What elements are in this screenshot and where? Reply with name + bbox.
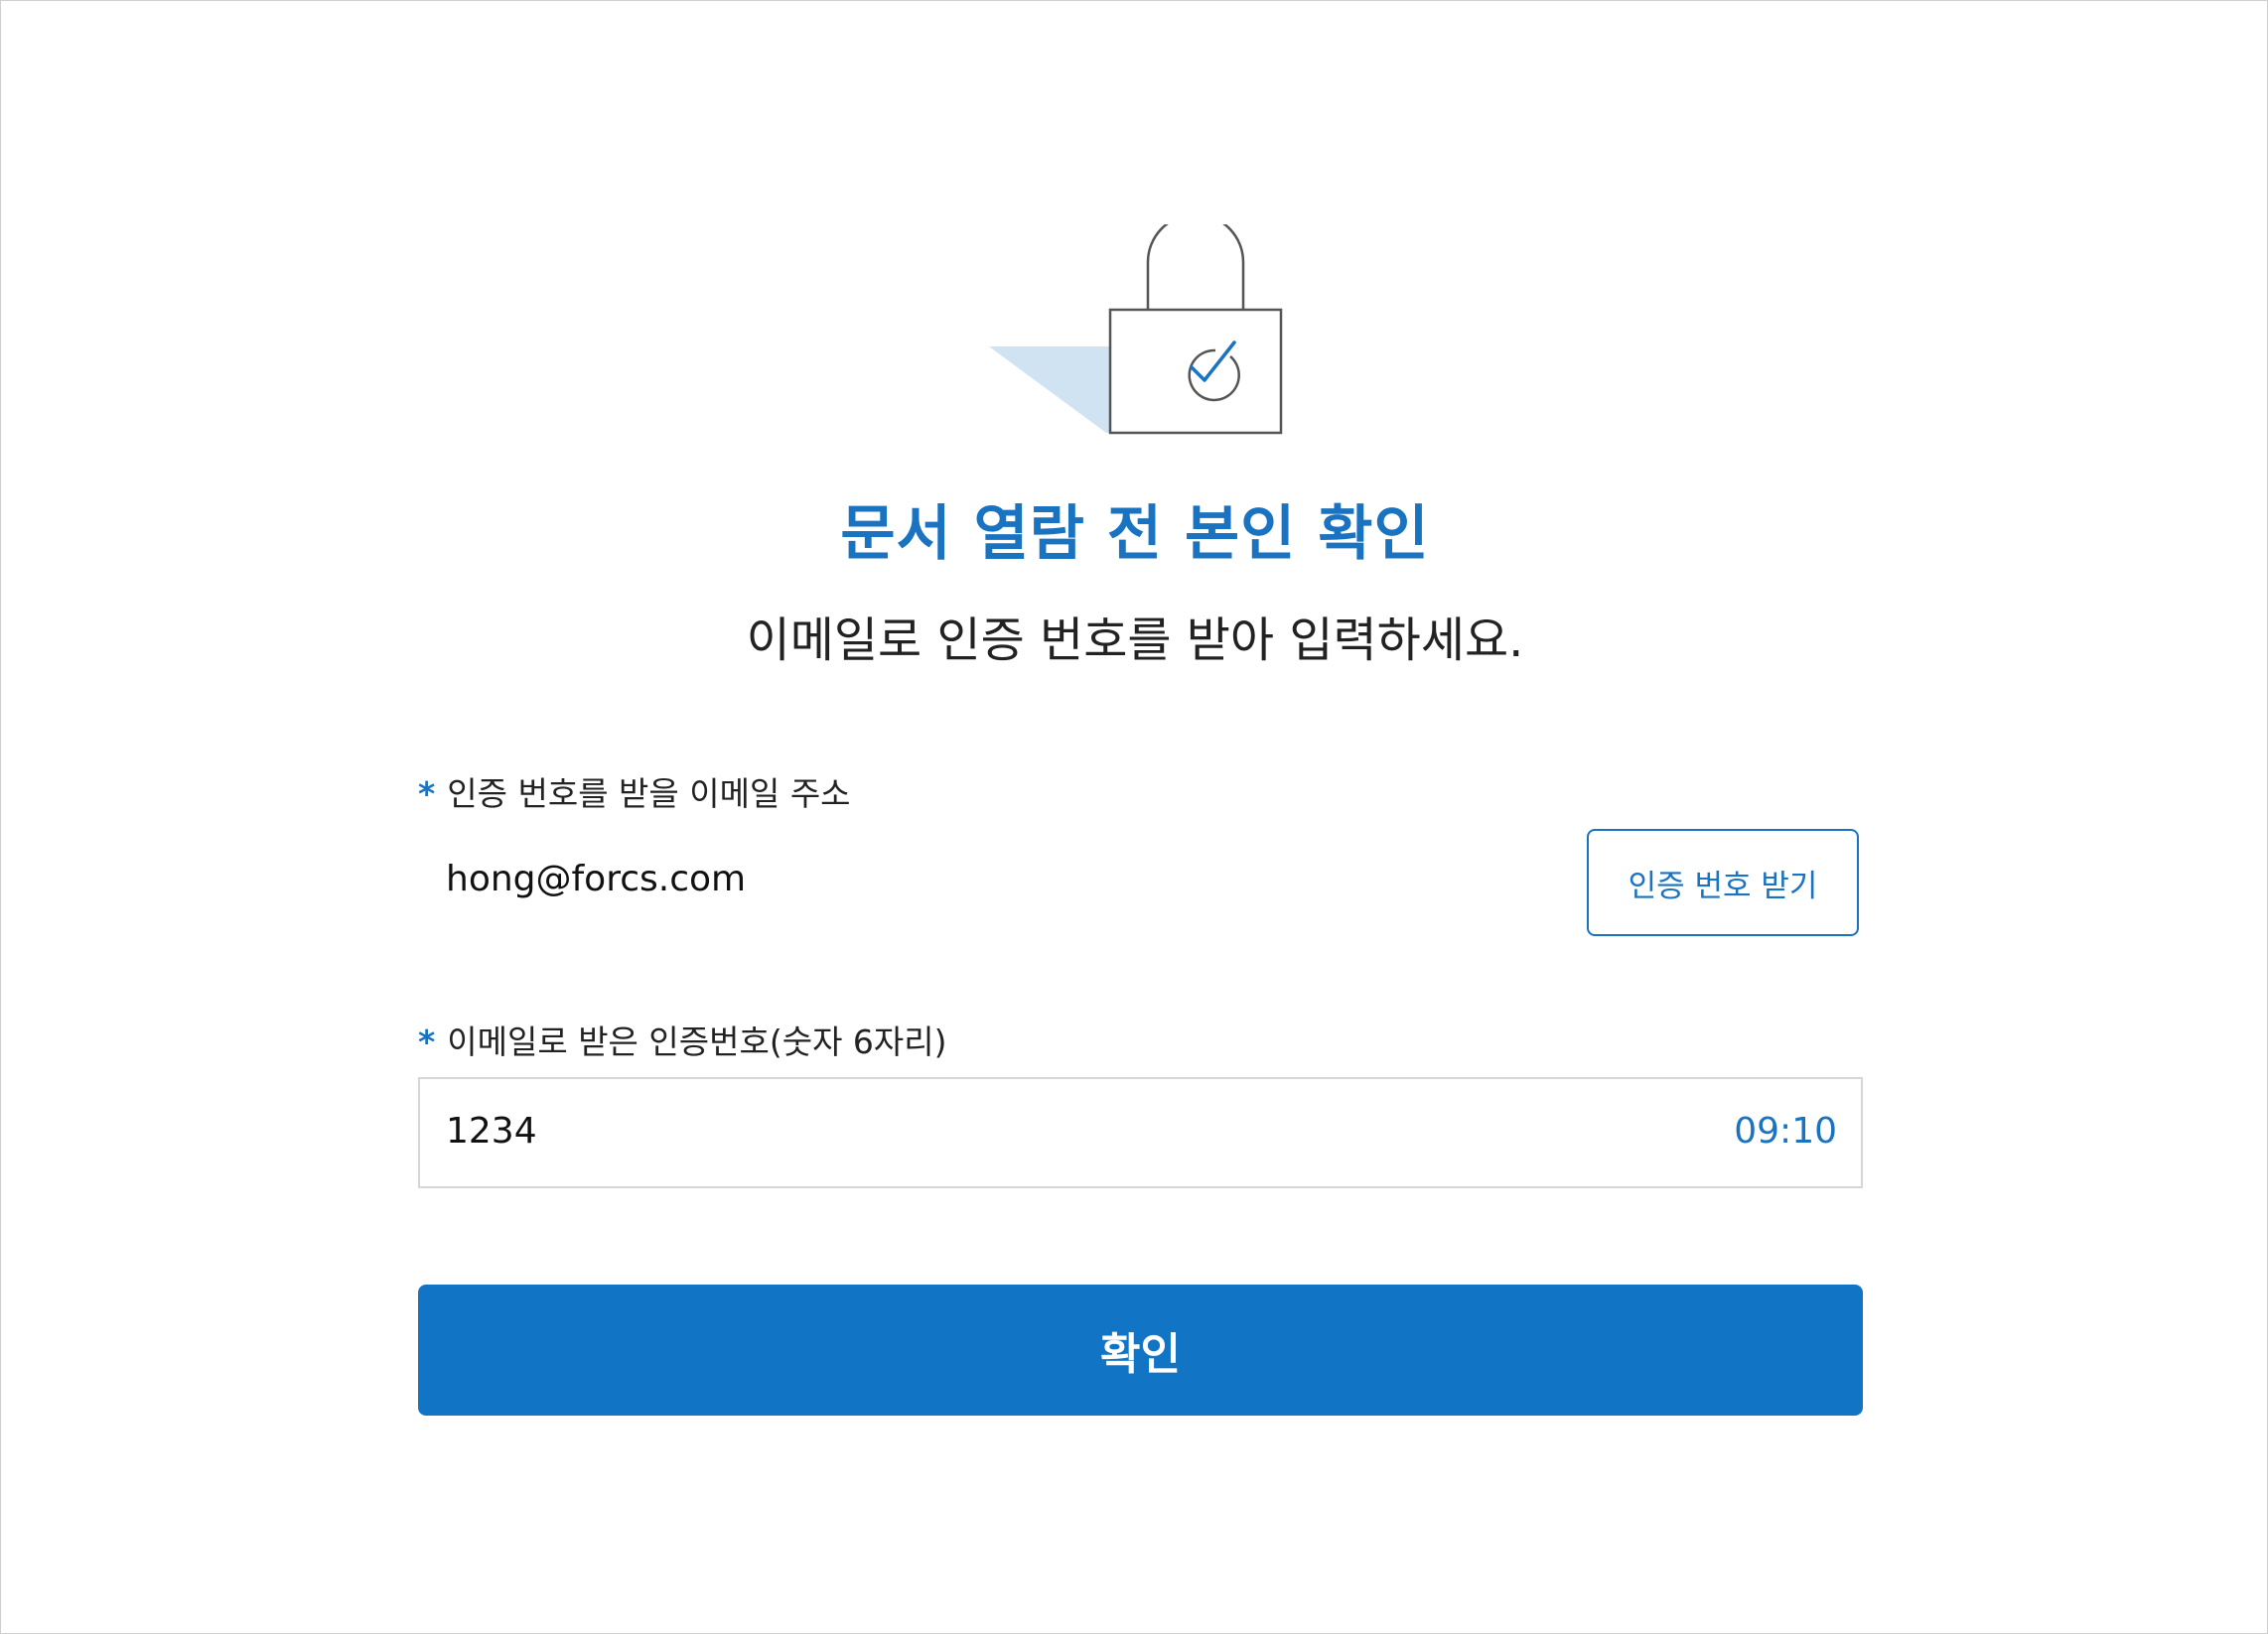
send-code-button[interactable]: 인증 번호 받기 — [1587, 829, 1859, 936]
email-field-label: * 인증 번호를 받을 이메일 주소 — [418, 767, 851, 815]
verification-code-input[interactable]: 1234 09:10 — [418, 1077, 1863, 1188]
confirm-button[interactable]: 확인 — [418, 1285, 1863, 1416]
page-frame: 문서 열람 전 본인 확인 이메일로 인증 번호를 받아 입력하세요. * 인증 … — [0, 0, 2268, 1634]
code-field-label: * 이메일로 받은 인증번호(숫자 6자리) — [418, 1016, 947, 1063]
verification-code-value: 1234 — [446, 1111, 537, 1152]
page-subtitle: 이메일로 인증 번호를 받아 입력하세요. — [746, 613, 1524, 668]
required-mark: * — [418, 774, 436, 813]
lock-check-icon — [989, 224, 1283, 435]
email-row: hong@forcs.com 인증 번호 받기 — [418, 829, 1863, 938]
countdown-timer: 09:10 — [1734, 1111, 1837, 1152]
email-label-text: 인증 번호를 받을 이메일 주소 — [447, 774, 851, 813]
code-label-text: 이메일로 받은 인증번호(숫자 6자리) — [447, 1022, 947, 1061]
required-mark: * — [418, 1022, 436, 1061]
page-title: 문서 열람 전 본인 확인 — [840, 499, 1430, 569]
email-field[interactable]: hong@forcs.com — [446, 859, 746, 899]
